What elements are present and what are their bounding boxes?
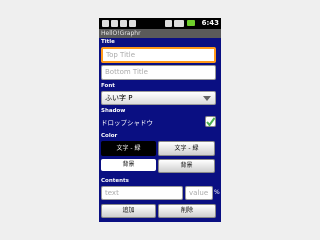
bg-color-gray-button[interactable]: 背景	[158, 159, 215, 173]
text-color-white-button[interactable]: 文字 - 緑	[158, 141, 215, 156]
content-text-field[interactable]: text	[101, 186, 183, 200]
top-title-field[interactable]: Top Title	[101, 47, 216, 63]
debug-icon	[120, 20, 127, 27]
checkmark-icon	[206, 117, 216, 127]
section-color-header: Color	[99, 132, 221, 140]
section-font-header: Font	[99, 82, 221, 90]
app-title-bar: HellO!Graphr	[99, 29, 221, 38]
drop-shadow-checkbox[interactable]	[205, 116, 216, 127]
signal-icon	[129, 20, 136, 27]
sim-icon	[165, 20, 172, 27]
content-value-field[interactable]: value	[185, 186, 213, 200]
delete-button[interactable]: 削除	[158, 204, 216, 218]
text-color-black-button[interactable]: 文字 - 緑	[101, 141, 156, 156]
usb-icon	[111, 20, 118, 27]
network-icon	[174, 20, 184, 27]
dropdown-arrow-icon	[203, 96, 211, 101]
battery-icon	[187, 20, 195, 26]
font-selected: ふい字 P	[105, 94, 133, 102]
drop-shadow-label: ドロップシャドウ	[101, 119, 153, 127]
section-contents-header: Contents	[99, 177, 221, 185]
font-spinner[interactable]: ふい字 P	[101, 91, 216, 105]
status-bar: 6:43	[99, 18, 221, 29]
bottom-title-field[interactable]: Bottom Title	[101, 65, 216, 80]
bg-color-white-button[interactable]: 背景	[101, 159, 156, 171]
add-button[interactable]: 追加	[101, 204, 156, 218]
clock: 6:43	[201, 19, 219, 27]
phone-screen: 6:43 HellO!Graphr Title Top Title Bottom…	[99, 18, 221, 222]
section-title-header: Title	[99, 38, 221, 46]
notification-icon	[102, 20, 109, 27]
section-shadow-header: Shadow	[99, 107, 221, 115]
percent-unit: %	[214, 189, 220, 196]
